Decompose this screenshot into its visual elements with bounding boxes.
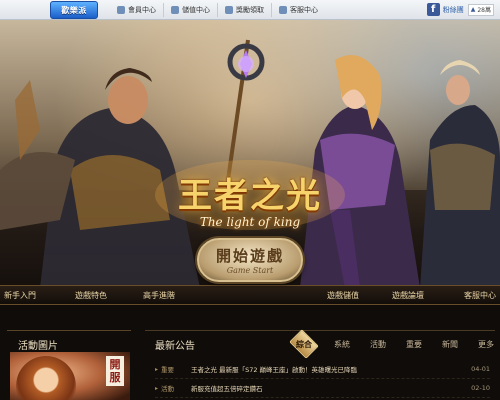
news-panel-title: 最新公告 [155,341,195,352]
mainnav-game-topup[interactable]: 遊戲儲值 [327,290,359,301]
news-divider [145,330,495,331]
gift-icon [225,6,233,14]
tab-more[interactable]: 更多 [468,339,500,350]
site-logo[interactable]: 歡樂派 [50,1,98,19]
news-date: 04-01 [471,365,490,373]
nav-member-center[interactable]: 會員中心 [110,3,164,17]
nav-label: 儲值中心 [182,6,210,14]
cart-icon [171,6,179,14]
news-category: 活動 [161,385,175,393]
news-title: 王者之光 最新服「S72 巔峰王座」啟動！英雄曙光已降臨 [191,366,358,374]
news-date: 02-10 [471,384,490,392]
user-icon [117,6,125,14]
staff-figure [226,39,265,181]
tab-label: 綜合 [296,339,312,349]
mainnav-game-forum[interactable]: 遊戲論壇 [392,290,424,301]
news-list: ▸ 重要 王者之光 最新服「S72 巔峰王座」啟動！英雄曙光已降臨 04-01 … [155,360,490,398]
like-count: 28萬 [477,7,491,14]
game-start-button[interactable]: 開始遊戲 Game Start [197,238,303,282]
event-character-art [16,356,76,400]
tab-system[interactable]: 系統 [324,339,360,350]
game-title-cn: 王者之光 [178,176,322,216]
nav-label: 會員中心 [128,6,156,14]
hero-banner: 王者之光 The light of king 開始遊戲 Game Start [0,20,500,288]
top-bar: 歡樂派 會員中心 儲值中心 獎勵領取 客服中心 f 粉絲團 ▲ 28萬 [0,0,500,20]
top-nav: 會員中心 儲值中心 獎勵領取 客服中心 [110,3,325,17]
event-banner-image[interactable]: 開服 [10,352,130,400]
nav-customer-service[interactable]: 客服中心 [272,3,325,17]
facebook-area: f 粉絲團 ▲ 28萬 [426,3,494,16]
start-button-label-cn: 開始遊戲 [215,247,284,265]
news-title: 新服充值超五倍碎定鑽石 [191,385,263,393]
nav-label: 客服中心 [290,6,318,14]
nav-topup-center[interactable]: 儲值中心 [164,3,218,17]
server-open-badge: 開服 [106,356,124,386]
tab-events[interactable]: 活動 [360,339,396,350]
main-nav: 新手入門 遊戲特色 高手進階 遊戲儲值 遊戲論壇 客服中心 [0,285,500,305]
news-tabs: 綜合 系統 活動 重要 新聞 更多 [289,329,500,359]
game-title-en: The light of king [199,215,301,229]
tab-important[interactable]: 重要 [396,339,432,350]
bullet-icon: ▸ [155,365,159,373]
event-panel-title: 活動圖片 [18,341,58,352]
like-button[interactable]: ▲ 28萬 [467,3,494,16]
facebook-icon[interactable]: f [426,3,440,16]
bullet-icon: ▸ [155,384,159,392]
tab-news[interactable]: 新聞 [432,339,468,350]
nav-reward-claim[interactable]: 獎勵領取 [218,3,272,17]
nav-label: 獎勵領取 [236,6,264,14]
knight-figure [420,60,500,288]
chat-icon [279,6,287,14]
start-button-label-en: Game Start [226,266,274,275]
mainnav-game-features[interactable]: 遊戲特色 [75,290,107,301]
news-item[interactable]: ▸ 重要 王者之光 最新服「S72 巔峰王座」啟動！英雄曙光已降臨 04-01 [155,360,490,379]
game-title: 王者之光 The light of king [165,168,335,229]
mainnav-advanced-guide[interactable]: 高手進階 [143,290,175,301]
news-category: 重要 [161,366,175,374]
thumbs-up-icon: ▲ [470,6,476,13]
news-item[interactable]: ▸ 活動 新服充值超五倍碎定鑽石 02-10 [155,379,490,398]
mainnav-beginner-guide[interactable]: 新手入門 [4,290,36,301]
fan-page-link[interactable]: 粉絲團 [443,5,464,15]
mainnav-customer-service[interactable]: 客服中心 [464,290,496,301]
